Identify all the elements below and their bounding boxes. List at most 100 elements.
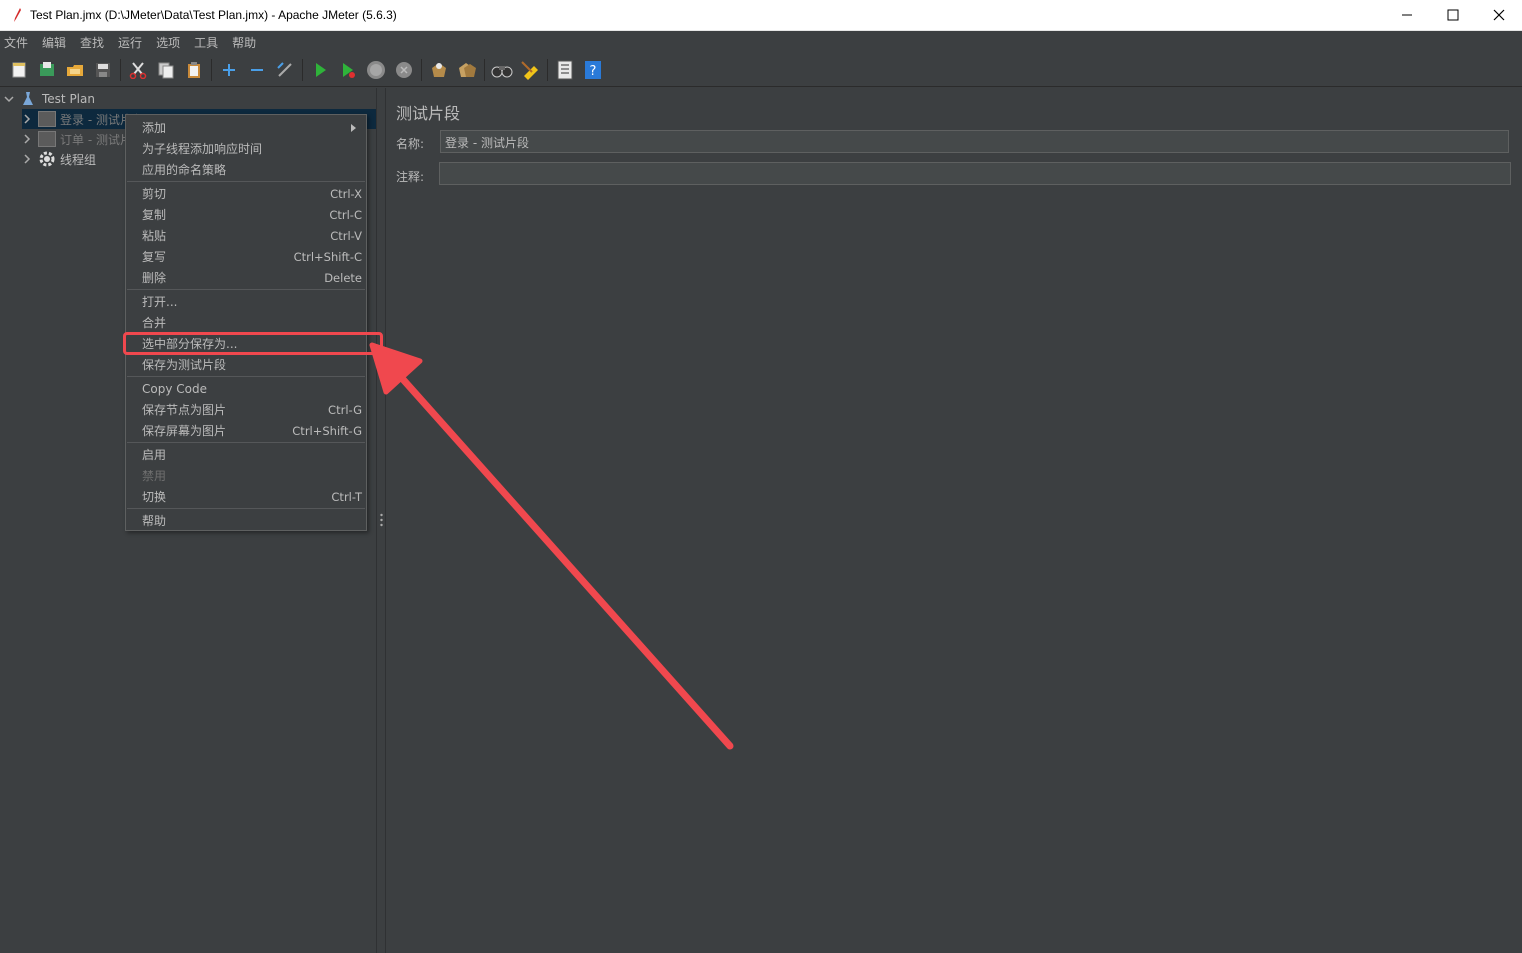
menu-item-toggle[interactable]: 切换 Ctrl-T — [126, 486, 366, 507]
menu-item-delete[interactable]: 删除 Delete — [126, 267, 366, 288]
toolbar-separator — [211, 58, 212, 81]
menu-item-label: 启用 — [142, 448, 167, 462]
menu-item-enable[interactable]: 启用 — [126, 444, 366, 465]
menu-item-save-screen-image[interactable]: 保存屏幕为图片 Ctrl+Shift-G — [126, 420, 366, 441]
menu-item-label: 保存屏幕为图片 — [142, 424, 227, 438]
menu-item-label: 应用的命名策略 — [142, 163, 227, 177]
menu-item-copy-code[interactable]: Copy Code — [126, 378, 366, 399]
menu-item-merge[interactable]: 合并 — [126, 312, 366, 333]
menu-bar: 文件 编辑 查找 运行 选项 工具 帮助 — [0, 31, 1522, 53]
chevron-right-icon[interactable] — [22, 114, 32, 124]
menu-separator — [127, 289, 365, 290]
menu-options[interactable]: 选项 — [156, 34, 180, 51]
menu-separator — [127, 442, 365, 443]
cut-icon — [129, 61, 147, 79]
submenu-arrow-icon — [351, 123, 356, 132]
tree-node-root[interactable]: Test Plan — [4, 89, 204, 109]
collapse-button[interactable] — [246, 59, 268, 81]
menu-item-add[interactable]: 添加 — [126, 117, 366, 138]
chevron-down-icon[interactable] — [4, 94, 14, 104]
minimize-icon — [1402, 14, 1412, 16]
menu-separator — [127, 181, 365, 182]
menu-item-help[interactable]: 帮助 — [126, 510, 366, 531]
panel-splitter[interactable] — [376, 88, 386, 953]
save-button[interactable] — [92, 59, 114, 81]
svg-text:?: ? — [590, 64, 597, 79]
start-icon — [316, 62, 326, 77]
drag-handle-icon — [380, 513, 383, 527]
menu-item-label: 合并 — [142, 316, 167, 330]
clear-icon — [432, 62, 446, 77]
shutdown-button[interactable] — [393, 59, 415, 81]
name-field[interactable]: 登录 - 测试片段 — [440, 130, 1509, 153]
window-title: Test Plan.jmx (D:\JMeter\Data\Test Plan.… — [30, 8, 397, 22]
test-plan-icon — [23, 92, 33, 105]
menu-item-copy[interactable]: 复制 Ctrl-C — [126, 204, 366, 225]
save-icon — [96, 62, 110, 77]
test-fragment-icon — [38, 131, 56, 147]
annotation-highlight-box — [123, 332, 383, 355]
menu-item-label: 粘贴 — [142, 229, 167, 243]
toolbar-separator — [421, 58, 422, 81]
menu-item-label: 删除 — [142, 271, 167, 285]
new-button[interactable] — [8, 59, 30, 81]
stop-button[interactable] — [365, 59, 387, 81]
cut-button[interactable] — [127, 59, 149, 81]
stop-icon — [367, 60, 385, 79]
close-button[interactable] — [1476, 0, 1522, 30]
maximize-icon — [1447, 9, 1459, 21]
menu-item-cut[interactable]: 剪切 Ctrl-X — [126, 183, 366, 204]
clear-all-button[interactable] — [456, 59, 478, 81]
gear-icon — [39, 151, 55, 167]
open-icon — [67, 64, 83, 76]
menu-item-open[interactable]: 打开... — [126, 291, 366, 312]
title-bar: Test Plan.jmx (D:\JMeter\Data\Test Plan.… — [0, 0, 1522, 31]
menu-item-label: 保存节点为图片 — [142, 403, 227, 417]
context-menu: 添加 为子线程添加响应时间 应用的命名策略 剪切 Ctrl-X 复制 Ctrl-… — [125, 114, 367, 531]
menu-edit[interactable]: 编辑 — [42, 34, 66, 51]
templates-button[interactable] — [36, 59, 58, 81]
menu-separator — [127, 508, 365, 509]
jmeter-feather-icon — [14, 8, 21, 22]
open-button[interactable] — [64, 59, 86, 81]
menu-separator — [127, 376, 365, 377]
menu-help[interactable]: 帮助 — [232, 34, 256, 51]
toggle-icon — [277, 61, 292, 77]
menu-item-apply-naming-policy[interactable]: 应用的命名策略 — [126, 159, 366, 180]
menu-file[interactable]: 文件 — [4, 34, 28, 51]
menu-run[interactable]: 运行 — [118, 34, 142, 51]
menu-item-label: 添加 — [142, 121, 167, 135]
copy-button[interactable] — [155, 59, 177, 81]
menu-tools[interactable]: 工具 — [194, 34, 218, 51]
chevron-right-icon[interactable] — [22, 154, 32, 164]
menu-item-label: Copy Code — [142, 381, 207, 396]
toggle-button[interactable] — [274, 59, 296, 81]
paste-button[interactable] — [183, 59, 205, 81]
menu-item-save-node-image[interactable]: 保存节点为图片 Ctrl-G — [126, 399, 366, 420]
menu-item-save-as-test-fragment[interactable]: 保存为测试片段 — [126, 354, 366, 375]
comment-field[interactable] — [439, 162, 1511, 185]
help-button[interactable]: ? — [582, 59, 604, 81]
menu-item-shortcut: Ctrl+Shift-C — [293, 249, 362, 264]
toolbar: ? — [0, 53, 1522, 87]
tree-label: Test Plan — [42, 92, 95, 106]
toolbar-separator — [302, 58, 303, 81]
expand-button[interactable] — [218, 59, 240, 81]
test-fragment-panel: 测试片段 名称: 登录 - 测试片段 注释: — [386, 88, 1522, 953]
maximize-button[interactable] — [1430, 0, 1476, 30]
menu-item-shortcut: Delete — [324, 270, 362, 285]
chevron-right-icon[interactable] — [22, 134, 32, 144]
menu-item-label: 帮助 — [142, 514, 167, 528]
menu-search[interactable]: 查找 — [80, 34, 104, 51]
function-helper-button[interactable] — [554, 59, 576, 81]
menu-item-add-response-time[interactable]: 为子线程添加响应时间 — [126, 138, 366, 159]
menu-item-duplicate[interactable]: 复写 Ctrl+Shift-C — [126, 246, 366, 267]
clear-button[interactable] — [428, 59, 450, 81]
menu-item-paste[interactable]: 粘贴 Ctrl-V — [126, 225, 366, 246]
search-icon — [491, 65, 513, 77]
search-button[interactable] — [491, 59, 513, 81]
minimize-button[interactable] — [1384, 0, 1430, 30]
reset-search-button[interactable] — [519, 59, 541, 81]
start-no-pause-button[interactable] — [337, 59, 359, 81]
start-button[interactable] — [309, 59, 331, 81]
